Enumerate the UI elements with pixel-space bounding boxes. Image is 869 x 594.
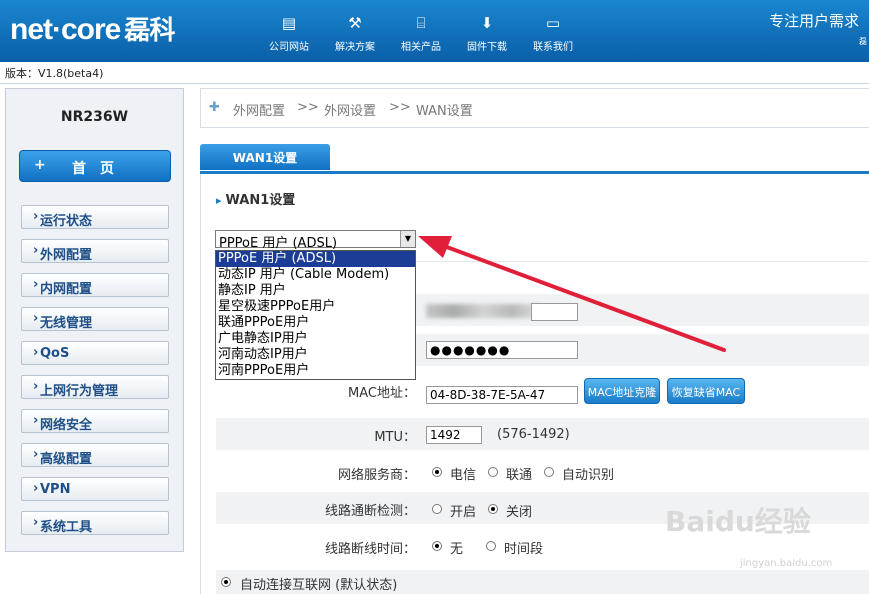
baidu-watermark-url: jingyan.baidu.com — [740, 558, 833, 569]
arrow-shaft — [434, 241, 726, 352]
arrow-head — [418, 236, 452, 258]
baidu-watermark: Baidu经验 — [665, 505, 811, 538]
